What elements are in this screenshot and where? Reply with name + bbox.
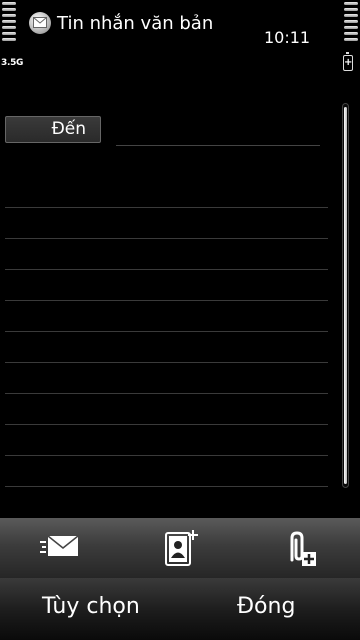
text-rule-line <box>5 455 328 456</box>
battery-level-icon <box>342 0 360 48</box>
network-type-indicator: 3.5G <box>1 58 24 68</box>
paperclip-add-icon <box>290 531 316 566</box>
clock: 10:11 <box>264 28 311 47</box>
add-recipient-button[interactable] <box>120 518 240 578</box>
scrollbar-thumb[interactable] <box>344 107 347 484</box>
text-rule-line <box>5 486 328 487</box>
message-app-icon <box>29 12 51 34</box>
charging-icon: + <box>343 52 353 71</box>
text-rule-line <box>5 300 328 301</box>
text-rule-line <box>5 269 328 270</box>
text-rule-line <box>5 424 328 425</box>
send-button[interactable] <box>0 518 120 578</box>
to-button[interactable]: Đến <box>5 116 101 143</box>
text-rule-line <box>5 207 328 208</box>
status-bar: Tin nhắn văn bản 10:11 3.5G + <box>0 0 360 80</box>
close-softkey[interactable]: Đóng <box>237 594 295 619</box>
attach-button[interactable] <box>240 518 360 578</box>
app-title: Tin nhắn văn bản <box>57 13 214 34</box>
signal-strength-icon <box>0 0 18 48</box>
toolbar <box>0 518 360 578</box>
scrollbar[interactable] <box>342 103 349 488</box>
recipient-field[interactable] <box>116 145 320 146</box>
text-rule-line <box>5 362 328 363</box>
envelope-icon <box>40 535 79 556</box>
text-rule-line <box>5 331 328 332</box>
contacts-add-icon <box>165 530 198 566</box>
options-softkey[interactable]: Tùy chọn <box>42 594 140 619</box>
softkey-bar: Tùy chọn Đóng <box>0 578 360 640</box>
text-rule-line <box>5 238 328 239</box>
text-rule-line <box>5 393 328 394</box>
message-body-field[interactable] <box>5 207 328 497</box>
